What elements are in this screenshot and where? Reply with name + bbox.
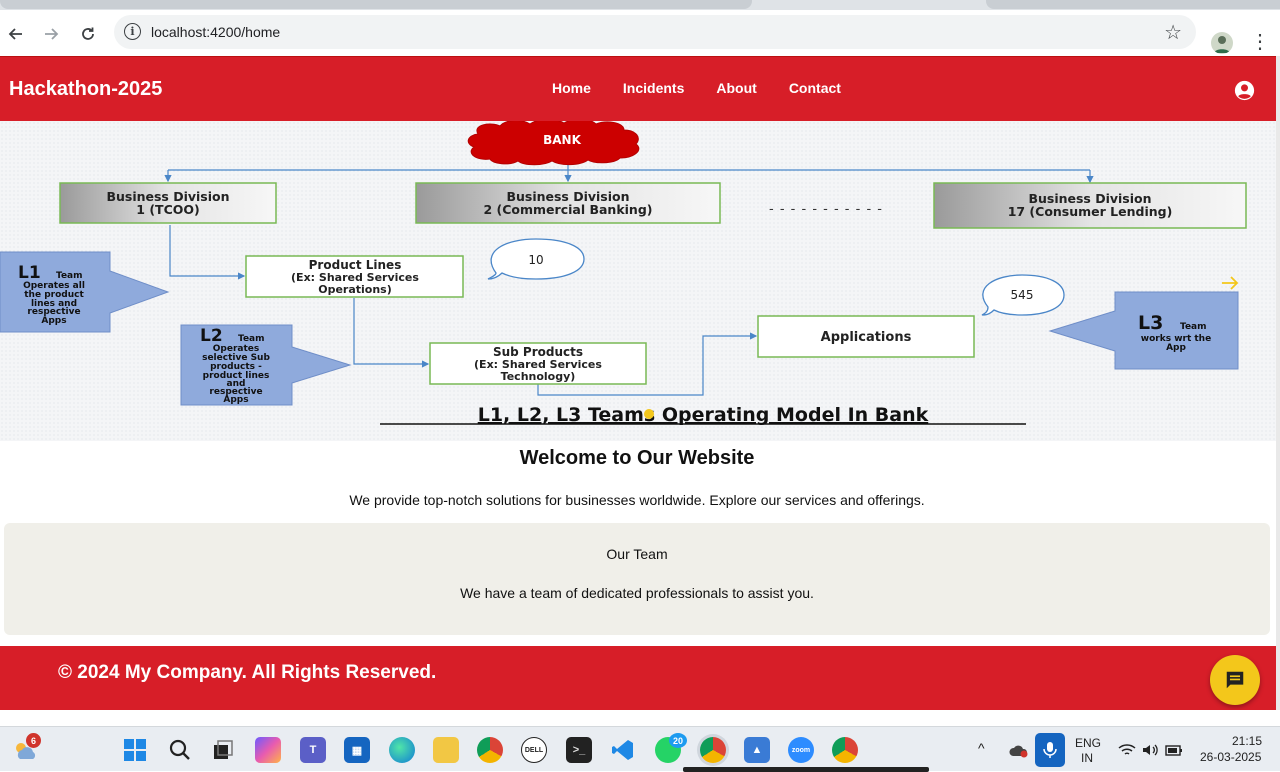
page-footer: © 2024 My Company. All Rights Reserved. <box>0 646 1276 710</box>
volume-icon[interactable] <box>1137 737 1163 763</box>
bubble-545-value: 545 <box>1011 288 1034 302</box>
forward-icon[interactable] <box>40 23 62 45</box>
back-icon[interactable] <box>5 23 27 45</box>
chat-icon <box>1226 671 1244 689</box>
carousel-next-icon[interactable] <box>1222 276 1239 290</box>
product-lines-title: Product Lines <box>309 258 402 272</box>
division-2-line2: 2 (Commercial Banking) <box>483 202 652 217</box>
browser-tab[interactable] <box>0 0 752 9</box>
chrome-active-icon[interactable] <box>700 737 726 763</box>
bookmark-star-icon[interactable]: ☆ <box>1164 20 1182 45</box>
terminal-icon[interactable]: >_ <box>566 737 592 763</box>
l2-desc: Apps <box>223 395 248 405</box>
profile-avatar[interactable] <box>1211 32 1233 54</box>
division-box-1: Business Division 1 (TCOO) <box>59 182 277 224</box>
clock-date[interactable]: 26-03-2025 <box>1200 750 1261 764</box>
account-circle-icon[interactable] <box>1234 80 1255 101</box>
url-text[interactable]: localhost:4200/home <box>151 24 280 40</box>
weather-badge: 6 <box>26 733 41 748</box>
l3-label: L3 <box>1138 312 1163 334</box>
language-region[interactable]: IN <box>1081 751 1093 765</box>
taskbar-preview-strip <box>683 767 929 772</box>
team-text: We have a team of dedicated professional… <box>460 585 814 601</box>
nav-about[interactable]: About <box>716 80 756 96</box>
l1-desc: Apps <box>41 316 66 326</box>
site-info-icon[interactable]: i <box>124 23 141 40</box>
show-hidden-icons[interactable]: ^ <box>978 740 985 756</box>
edge-icon[interactable] <box>389 737 415 763</box>
clock-time[interactable]: 21:15 <box>1232 734 1262 748</box>
photos-icon[interactable]: ▲ <box>744 737 770 763</box>
sub-products-line3: Technology) <box>501 370 576 383</box>
l3-team-word: Team <box>1180 322 1207 332</box>
welcome-title: Welcome to Our Website <box>519 447 755 469</box>
browser-tab[interactable] <box>986 0 1280 9</box>
whatsapp-badge: 20 <box>669 733 687 748</box>
l2-label: L2 <box>200 326 223 346</box>
diagram-caption: L1, L2, L3 Teams Operating Model In Bank <box>478 404 929 426</box>
file-explorer-icon[interactable] <box>433 737 459 763</box>
l1-label: L1 <box>18 263 41 283</box>
dell-icon[interactable]: DELL <box>521 737 547 763</box>
welcome-subtitle: We provide top-notch solutions for busin… <box>349 492 925 508</box>
l2-team-word: Team <box>238 334 265 344</box>
chrome-profile-icon[interactable] <box>832 737 858 763</box>
team-card: Our Team We have a team of dedicated pro… <box>4 523 1270 635</box>
teams-icon[interactable]: T <box>300 737 326 763</box>
microphone-icon[interactable] <box>1035 733 1065 767</box>
search-icon[interactable] <box>167 737 193 763</box>
reload-icon[interactable] <box>77 23 99 45</box>
division-box-2: Business Division 2 (Commercial Banking) <box>415 182 721 224</box>
task-view-icon[interactable] <box>210 737 236 763</box>
bank-cloud: BANK <box>467 121 640 166</box>
sub-products-box: Sub Products (Ex: Shared Services Techno… <box>429 342 647 385</box>
bank-label: BANK <box>543 133 581 147</box>
onedrive-sync-icon[interactable] <box>1006 737 1032 763</box>
applications-label: Applications <box>821 330 912 345</box>
browser-tab-strip <box>0 0 1280 10</box>
division-ellipsis: - - - - - - - - - - - <box>769 202 883 217</box>
windows-taskbar: 6 T ▦ DELL >_ 20 ▲ zoom ^ ENG IN 21:15 2… <box>0 726 1280 772</box>
team-title: Our Team <box>606 546 668 562</box>
carousel-indicator-dot[interactable] <box>644 409 654 419</box>
menu-kebab-icon[interactable]: ⋮ <box>1250 29 1270 54</box>
nav-home[interactable]: Home <box>552 80 591 96</box>
division-1-line2: 1 (TCOO) <box>136 202 199 217</box>
nav-contact[interactable]: Contact <box>789 80 841 96</box>
bubble-10: 10 <box>487 238 585 280</box>
applications-box: Applications <box>757 315 975 358</box>
bubble-545: 545 <box>981 274 1065 316</box>
page-scrollbar[interactable] <box>1276 56 1280 720</box>
division-box-17: Business Division 17 (Consumer Lending) <box>933 182 1247 229</box>
sub-products-title: Sub Products <box>493 345 583 359</box>
address-bar[interactable]: i localhost:4200/home ☆ <box>114 15 1196 49</box>
brand-title[interactable]: Hackathon-2025 <box>9 78 162 101</box>
l3-team-arrow: L3 Team works wrt the App <box>1048 291 1239 370</box>
nav-incidents[interactable]: Incidents <box>623 80 684 96</box>
bubble-10-value: 10 <box>528 253 543 267</box>
battery-icon[interactable] <box>1161 737 1187 763</box>
product-lines-box: Product Lines (Ex: Shared Services Opera… <box>245 255 464 298</box>
footer-copyright: © 2024 My Company. All Rights Reserved. <box>58 662 437 683</box>
start-windows-icon[interactable] <box>122 737 148 763</box>
l2-team-arrow: L2 Team Operates selective Sub products … <box>180 324 352 406</box>
language-indicator[interactable]: ENG <box>1075 736 1101 750</box>
main-nav: Home Incidents About Contact <box>552 80 841 96</box>
app-header: Hackathon-2025 Home Incidents About Cont… <box>0 56 1280 121</box>
browser-toolbar: i localhost:4200/home ☆ ⋮ <box>0 10 1280 56</box>
microsoft-store-icon[interactable]: ▦ <box>344 737 370 763</box>
l3-desc: App <box>1166 343 1186 353</box>
hero-banner-diagram: BANK Business Division 1 (TCOO) Business… <box>0 121 1276 441</box>
zoom-icon[interactable]: zoom <box>788 737 814 763</box>
division-17-line2: 17 (Consumer Lending) <box>1008 204 1173 219</box>
l1-team-arrow: L1 Team Operates all the product lines a… <box>0 251 170 333</box>
chrome-icon[interactable] <box>477 737 503 763</box>
copilot-icon[interactable] <box>255 737 281 763</box>
product-lines-line3: Operations) <box>318 283 392 296</box>
l1-team-word: Team <box>56 271 83 281</box>
vscode-icon[interactable] <box>610 737 636 763</box>
chat-button[interactable] <box>1210 655 1260 705</box>
